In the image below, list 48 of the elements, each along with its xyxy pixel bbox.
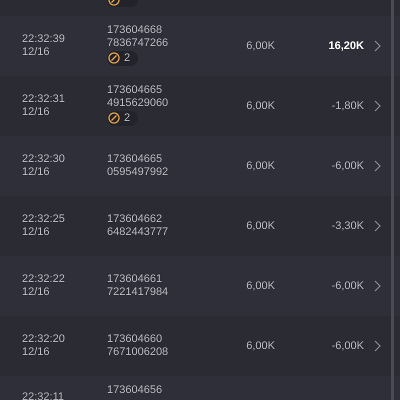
amount-text: 6,00K (245, 218, 275, 234)
badge-count: 2 (124, 112, 130, 125)
slash-circle-icon (108, 52, 120, 64)
date-text: 12/16 (22, 346, 51, 359)
id-text: 173604662 (107, 213, 164, 226)
chevron-right-icon[interactable] (374, 100, 381, 112)
result-text: -3,30K (330, 218, 364, 234)
time-text: 22:32:30 (22, 153, 66, 166)
time-text: 22:32:11 (22, 391, 66, 400)
slash-circle-icon (108, 112, 120, 124)
result-text: 16,20K (328, 38, 364, 54)
result-text: -6,00K (330, 278, 364, 294)
chevron-right-icon[interactable] (374, 40, 381, 52)
result-text: -6,00K (330, 158, 364, 174)
id-text: 7671006208 (107, 346, 170, 359)
chevron-right-icon[interactable] (374, 340, 381, 352)
result-text: -6,00K (330, 338, 364, 354)
id-text: 0595497992 (107, 166, 170, 179)
time-text: 22:32:20 (22, 333, 66, 346)
date-text: 12/16 (22, 106, 51, 119)
id-text: 173604661 (107, 273, 164, 286)
date-text: 12/16 (22, 286, 51, 299)
time-text: 22:32:31 (22, 93, 66, 106)
id-text: 7221417984 (107, 286, 170, 299)
id-text: 173604665 (107, 153, 164, 166)
amount-text: 6,00K (245, 158, 275, 174)
chevron-right-icon[interactable] (374, 220, 381, 232)
time-text: 22:32:25 (22, 213, 66, 226)
chevron-right-icon[interactable] (374, 160, 381, 172)
chevron-right-icon[interactable] (374, 280, 381, 292)
amount-text: 6,00K (245, 98, 275, 114)
id-text: 4915629060 (107, 96, 170, 110)
badge-count: 2 (124, 52, 130, 65)
id-text: 173604665 (107, 84, 164, 97)
date-text: 12/16 (22, 166, 51, 179)
date-text: 12/16 (22, 46, 51, 59)
amount-text: 6,00K (245, 338, 275, 354)
time-text: 22:32:22 (22, 273, 66, 286)
amount-text: 6,00K (245, 38, 275, 54)
id-text: 7836747266 (107, 36, 170, 50)
id-text: 173604668 (107, 24, 164, 37)
id-text: 173604660 (107, 333, 164, 346)
time-text: 22:32:39 (22, 33, 66, 46)
amount-text: 6,00K (245, 278, 275, 294)
id-text: 6482443777 (107, 226, 170, 239)
date-text: 12/16 (22, 226, 51, 239)
id-text: 173604656 (107, 384, 164, 397)
result-text: -1,80K (330, 98, 364, 114)
